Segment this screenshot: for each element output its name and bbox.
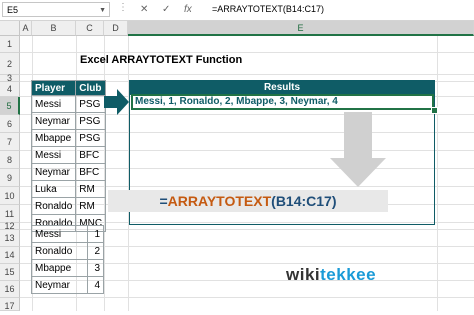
formula-equals: = bbox=[159, 193, 168, 209]
cell[interactable]: PSG bbox=[75, 112, 107, 130]
table-row: Ronaldo RM bbox=[30, 197, 107, 215]
wikitekkee-logo: wikitekkee bbox=[286, 265, 376, 285]
gridline bbox=[20, 74, 474, 75]
table-row: Ronaldo 2 bbox=[30, 242, 104, 260]
formula-range-ref: B14:C17 bbox=[275, 193, 332, 209]
gridline bbox=[20, 297, 474, 298]
table-row: Luka RM bbox=[30, 180, 107, 198]
formula-input[interactable]: =ARRAYTOTEXT(B14:C17) bbox=[208, 2, 472, 17]
cancel-icon[interactable]: ✕ bbox=[140, 3, 148, 16]
cell[interactable]: Mbappe bbox=[30, 129, 77, 147]
row-header-3[interactable]: 3 bbox=[0, 74, 20, 83]
cell[interactable]: BFC bbox=[75, 146, 107, 164]
header-player: Player bbox=[30, 80, 77, 96]
logo-part-wiki: wiki bbox=[286, 265, 321, 284]
column-header-b[interactable]: B bbox=[32, 21, 76, 36]
cell[interactable]: Messi bbox=[30, 146, 77, 164]
sheet-title: Excel ARRAYTOTEXT Function bbox=[80, 54, 243, 66]
cell[interactable]: 3 bbox=[87, 259, 104, 277]
cell[interactable]: Ronaldo bbox=[30, 242, 89, 260]
results-header: Results bbox=[129, 80, 435, 95]
fx-icon[interactable]: fx bbox=[184, 3, 192, 16]
cell[interactable]: Luka bbox=[30, 180, 77, 198]
cell[interactable]: PSG bbox=[75, 129, 107, 147]
formula-banner: =ARRAYTOTEXT(B14:C17) bbox=[108, 190, 388, 212]
cell[interactable]: 4 bbox=[87, 276, 104, 294]
row-header-4[interactable]: 4 bbox=[0, 82, 20, 97]
cell[interactable]: RM bbox=[75, 197, 107, 215]
row-header-17[interactable]: 17 bbox=[0, 298, 20, 311]
row-header-2[interactable]: 2 bbox=[0, 53, 20, 75]
table-row: Messi PSG bbox=[30, 95, 107, 113]
cell[interactable]: Messi bbox=[30, 95, 77, 113]
table-row: Neymar 4 bbox=[30, 276, 104, 294]
table-row: Neymar PSG bbox=[30, 112, 107, 130]
gridline bbox=[20, 52, 474, 53]
row-header-8[interactable]: 8 bbox=[0, 151, 20, 169]
row-header-10[interactable]: 10 bbox=[0, 187, 20, 205]
cell[interactable]: Messi bbox=[30, 225, 89, 243]
formula-close-paren: ) bbox=[331, 193, 337, 209]
row-header-9[interactable]: 9 bbox=[0, 169, 20, 187]
row-header-16[interactable]: 16 bbox=[0, 281, 20, 298]
header-club: Club bbox=[75, 80, 107, 96]
enter-icon[interactable]: ✓ bbox=[162, 3, 170, 16]
column-header-d[interactable]: D bbox=[104, 21, 128, 36]
source-range-table: Messi 1 Ronaldo 2 Mbappe 3 Neymar 4 bbox=[30, 225, 104, 294]
row-header-1[interactable]: 1 bbox=[0, 36, 20, 53]
row-header-13[interactable]: 13 bbox=[0, 230, 20, 247]
column-header-c[interactable]: C bbox=[76, 21, 104, 36]
row-header-7[interactable]: 7 bbox=[0, 133, 20, 151]
cell[interactable]: 1 bbox=[87, 225, 104, 243]
logo-part-tekkee: tekkee bbox=[320, 265, 377, 284]
formula-bar: E5 ▼ ⋮ ✕ ✓ fx =ARRAYTOTEXT(B14:C17) bbox=[0, 0, 474, 21]
column-header-a[interactable]: A bbox=[20, 21, 32, 36]
table-row: Messi BFC bbox=[30, 146, 107, 164]
cell[interactable]: RM bbox=[75, 180, 107, 198]
row-header-5[interactable]: 5 bbox=[0, 97, 20, 115]
player-club-table: Player Club Messi PSG Neymar PSG Mbappe PSG… bbox=[30, 80, 107, 232]
cell[interactable]: Mbappe bbox=[30, 259, 89, 277]
table-row: Messi 1 bbox=[30, 225, 104, 243]
name-box-value: E5 bbox=[7, 5, 19, 15]
select-all-corner[interactable] bbox=[0, 21, 20, 36]
formula-function-name: ARRAYTOTEXT bbox=[167, 193, 272, 209]
row-header-14[interactable]: 14 bbox=[0, 247, 20, 264]
cell[interactable]: Neymar bbox=[30, 276, 89, 294]
table-row: Mbappe PSG bbox=[30, 129, 107, 147]
table-row: Mbappe 3 bbox=[30, 259, 104, 277]
cell[interactable]: Neymar bbox=[30, 112, 77, 130]
row-header-12[interactable]: 12 bbox=[0, 222, 20, 231]
cell[interactable]: Ronaldo bbox=[30, 197, 77, 215]
selected-cell-e5[interactable]: Messi, 1, Ronaldo, 2, Mbappe, 3, Neymar,… bbox=[131, 94, 434, 110]
fill-handle[interactable] bbox=[431, 107, 438, 114]
down-arrow-icon bbox=[330, 112, 386, 187]
row-header-15[interactable]: 15 bbox=[0, 264, 20, 281]
cell[interactable]: Neymar bbox=[30, 163, 77, 181]
more-icon: ⋮ bbox=[118, 2, 128, 13]
row-header-6[interactable]: 6 bbox=[0, 115, 20, 133]
right-arrow-icon bbox=[104, 89, 129, 115]
column-header-e[interactable]: E bbox=[128, 21, 474, 36]
chevron-down-icon[interactable]: ▼ bbox=[99, 3, 106, 18]
cell[interactable]: PSG bbox=[75, 95, 107, 113]
cell[interactable]: BFC bbox=[75, 163, 107, 181]
cell[interactable]: 2 bbox=[87, 242, 104, 260]
table-row: Neymar BFC bbox=[30, 163, 107, 181]
name-box[interactable]: E5 ▼ bbox=[2, 2, 110, 17]
